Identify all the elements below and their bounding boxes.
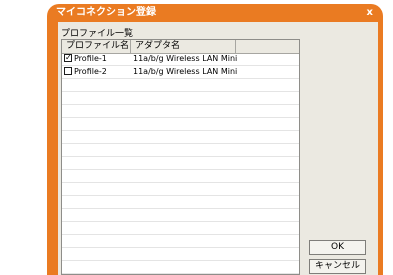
window-title: マイコネクション登録	[56, 7, 156, 18]
adapter-name-cell: 11a/b/g Wireless LAN Mini PCI Expre...	[133, 54, 238, 63]
column-header-adapter-name[interactable]: アダプタ名	[131, 40, 236, 53]
table-body: ✓Profile-111a/b/g Wireless LAN Mini PCI …	[62, 53, 299, 274]
empty-table-row	[62, 248, 299, 261]
empty-table-row	[62, 222, 299, 235]
dialog-body: プロファイル一覧 プロファイル名 アダプタ名 ✓ Profile-1 11a/b/g…	[58, 22, 378, 275]
empty-table-row	[62, 157, 299, 170]
profile-list-label: プロファイル一覧	[61, 29, 134, 39]
profile-name: Profile-1	[74, 54, 107, 63]
empty-table-row	[62, 79, 299, 92]
empty-table-row	[62, 235, 299, 248]
empty-table-row	[62, 170, 299, 183]
ok-button[interactable]: OK	[309, 240, 366, 255]
profile-name-cell: ✓ Profile-1	[64, 53, 130, 65]
profile-list-table[interactable]: プロファイル名 アダプタ名 ✓ Profile-1 11a/b/g Wireless…	[61, 39, 300, 275]
empty-table-row	[62, 118, 299, 131]
title-bar[interactable]: マイコネクション登録 x	[47, 4, 383, 22]
cancel-button[interactable]: キャンセル	[309, 259, 366, 274]
profile-name: Profile-2	[74, 67, 107, 76]
empty-table-row	[62, 131, 299, 144]
empty-table-row	[62, 183, 299, 196]
empty-table-row	[62, 144, 299, 157]
empty-table-row	[62, 209, 299, 222]
table-header: プロファイル名 アダプタ名	[62, 40, 299, 54]
adapter-name-cell: 11a/b/g Wireless LAN Mini PCI Expre...	[133, 67, 238, 76]
checkbox-checked[interactable]: ✓	[64, 53, 72, 62]
empty-table-row	[62, 105, 299, 118]
profile-name-cell: Profile-2	[64, 66, 130, 78]
table-row[interactable]: ✓Profile-111a/b/g Wireless LAN Mini PCI …	[62, 53, 299, 66]
empty-table-row	[62, 92, 299, 105]
checkbox[interactable]	[64, 66, 72, 75]
table-row[interactable]: Profile-2 11a/b/g Wireless LAN Mini PCI E…	[62, 66, 299, 79]
dialog-window: マイコネクション登録 x プロファイル一覧 プロファイル名 アダプタ名 ✓ Pro…	[47, 4, 383, 275]
column-header-profile-name[interactable]: プロファイル名	[62, 40, 131, 53]
empty-table-row	[62, 196, 299, 209]
empty-table-row	[62, 261, 299, 274]
close-icon[interactable]: x	[367, 4, 373, 22]
